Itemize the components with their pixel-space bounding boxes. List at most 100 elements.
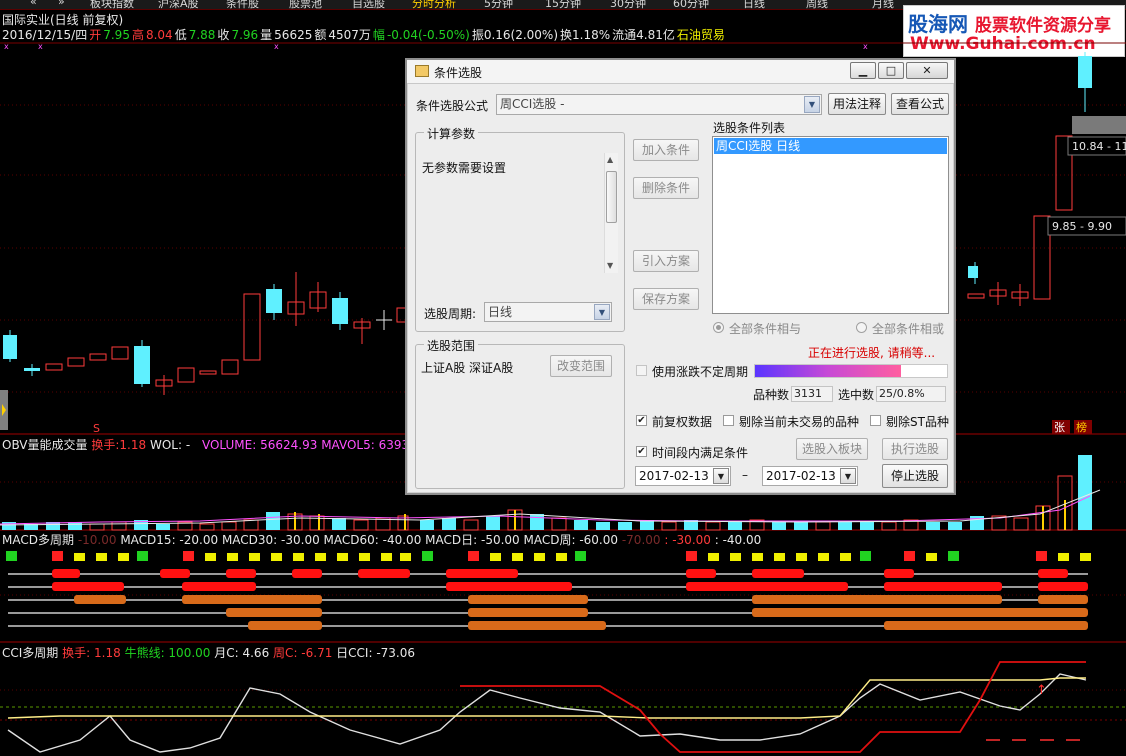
- usage-notes-button[interactable]: 用法注释: [828, 93, 886, 115]
- obv-header: OBV量能成交量 换手:1.18 WOL: - VOLUME: 56624.93…: [2, 436, 428, 453]
- obv-wol: WOL: -: [149, 438, 191, 452]
- date-from-picker[interactable]: 2017-02-13 ▼: [635, 466, 731, 486]
- date-to-arrow-icon[interactable]: ▼: [840, 468, 856, 484]
- exclude-untraded-checkbox[interactable]: [723, 415, 734, 426]
- mavol-line: [0, 495, 1091, 525]
- count-label: 品种数: [753, 388, 790, 402]
- range-text: 上证A股 深证A股: [421, 361, 514, 375]
- count-field: 3131: [791, 386, 833, 402]
- obv-name: OBV量能成交量: [2, 438, 88, 452]
- execute-button[interactable]: 执行选股: [882, 438, 948, 460]
- range-group: 选股范围 上证A股 深证A股 改变范围: [415, 337, 625, 489]
- cci-turnover: : 1.18: [86, 646, 121, 660]
- maximize-icon[interactable]: □: [878, 62, 904, 79]
- svg-text:x: x: [863, 42, 868, 51]
- cci-week-label: 周C: [273, 646, 294, 660]
- selected-field: 25/0.8%: [876, 386, 946, 402]
- macd-name: MACD多周期: [2, 533, 74, 547]
- cci-week: : -6.71: [293, 646, 333, 660]
- selected-label: 选中数: [838, 388, 875, 402]
- time-range-checkbox[interactable]: ✔: [636, 446, 647, 457]
- exclude-untraded-label: 剔除当前未交易的品种: [739, 415, 860, 429]
- stop-selection-button[interactable]: 停止选股: [882, 464, 948, 488]
- condition-list-label: 选股条件列表: [713, 121, 786, 135]
- date-from-arrow-icon[interactable]: ▼: [713, 468, 729, 484]
- svg-text:x: x: [274, 42, 279, 51]
- date-from-value: 2017-02-13: [639, 469, 709, 483]
- price-box-1-text: 10.84 - 11: [1072, 140, 1126, 153]
- period-label: 选股周期:: [424, 307, 477, 321]
- variable-period-checkbox[interactable]: [636, 365, 647, 376]
- save-scheme-button[interactable]: 保存方案: [633, 288, 699, 310]
- date-to-value: 2017-02-13: [766, 469, 836, 483]
- status-text: 正在进行选股, 请稍等...: [808, 346, 936, 360]
- selection-progress-fill: [755, 365, 901, 377]
- cci-turnover-label: 换手: [62, 646, 87, 660]
- price-box-2-text: 9.85 - 9.90: [1052, 220, 1112, 233]
- exclude-st-label: 剔除ST品种: [886, 415, 949, 429]
- variable-period-label: 使用涨跌不定周期: [652, 365, 749, 379]
- obv-turnover: :1.18: [115, 438, 147, 452]
- macd-x3: : -40.00: [714, 533, 762, 547]
- pre-adjust-checkbox[interactable]: ✔: [636, 415, 647, 426]
- import-scheme-button[interactable]: 引入方案: [633, 250, 699, 272]
- macd-week: MACD周: -60.00: [523, 533, 619, 547]
- date-separator: –: [742, 468, 748, 482]
- dialog-title: 条件选股: [434, 66, 483, 80]
- radio-and-label: 全部条件相与: [729, 322, 802, 336]
- scroll-up-icon[interactable]: ▲: [607, 155, 613, 164]
- cci-up-arrow-icon: ↑: [1036, 683, 1047, 698]
- obv-turnover-label: 换手: [91, 438, 116, 452]
- period-combo-arrow-icon[interactable]: ▼: [594, 304, 610, 320]
- obv-volume: VOLUME: 56624.93: [201, 438, 318, 452]
- formula-combo-arrow-icon[interactable]: ▼: [804, 96, 820, 113]
- scroll-thumb[interactable]: [606, 171, 617, 223]
- macd-x2: : -30.00: [664, 533, 711, 547]
- bang-badge-text: 榜: [1076, 420, 1087, 434]
- condition-list-item[interactable]: 周CCI选股 日线: [714, 138, 947, 154]
- macd-15: MACD15: -20.00: [120, 533, 219, 547]
- add-condition-button[interactable]: 加入条件: [633, 139, 699, 161]
- pre-adjust-label: 前复权数据: [652, 415, 713, 429]
- params-group: 计算参数 无参数需要设置 ▲ ▼ 选股周期: 日线 ▼: [415, 125, 625, 332]
- svg-text:x: x: [4, 42, 9, 51]
- change-range-button[interactable]: 改变范围: [550, 355, 612, 377]
- macd-v10: -10.00: [77, 533, 117, 547]
- range-group-title: 选股范围: [424, 337, 479, 354]
- close-icon[interactable]: ✕: [906, 62, 948, 79]
- zhang-badge-text: 张: [1054, 421, 1065, 434]
- cci-day: 日CCI: -73.06: [336, 646, 416, 660]
- macd-header: MACD多周期 -10.00 MACD15: -20.00 MACD30: -3…: [2, 531, 761, 548]
- to-block-button[interactable]: 选股入板块: [796, 438, 868, 460]
- macd-signal-squares: [6, 551, 1091, 561]
- period-combo-value: 日线: [488, 305, 513, 319]
- dialog-titlebar[interactable]: 条件选股 ▁ □ ✕: [407, 60, 954, 84]
- period-combo[interactable]: 日线 ▼: [484, 302, 612, 322]
- formula-label: 条件选股公式: [416, 99, 489, 113]
- selection-progress-bar: [754, 364, 948, 378]
- exclude-st-checkbox[interactable]: [870, 415, 881, 426]
- cci-week-line: [7, 677, 1086, 719]
- view-formula-button[interactable]: 查看公式: [891, 93, 949, 115]
- radio-or-label: 全部条件相或: [872, 322, 945, 336]
- cci-cow-line: 牛熊线: 100.00: [124, 646, 211, 660]
- radio-or[interactable]: [856, 322, 867, 333]
- minimize-icon[interactable]: ▁: [850, 62, 876, 79]
- params-scrollbar[interactable]: ▲ ▼: [604, 153, 618, 273]
- condition-select-dialog: 条件选股 ▁ □ ✕ 条件选股公式 周CCI选股 - ▼ 用法注释 查看公式 计…: [405, 58, 956, 495]
- cci-name: CCI多周期: [2, 646, 59, 660]
- scroll-down-icon[interactable]: ▼: [607, 261, 613, 270]
- macd-bars: [52, 569, 1088, 630]
- delete-condition-button[interactable]: 删除条件: [633, 177, 699, 199]
- formula-combo[interactable]: 周CCI选股 - ▼: [496, 94, 822, 115]
- cci-month: 月C: 4.66: [214, 646, 270, 660]
- condition-listbox[interactable]: 周CCI选股 日线: [712, 136, 949, 314]
- params-text: 无参数需要设置: [422, 161, 507, 175]
- dialog-app-icon: [415, 65, 429, 77]
- radio-and[interactable]: [713, 322, 724, 333]
- params-group-title: 计算参数: [424, 125, 479, 142]
- macd-x1: -70.00: [621, 533, 661, 547]
- macd-day: MACD日: -50.00: [425, 533, 520, 547]
- macd-30: MACD30: -30.00: [221, 533, 320, 547]
- date-to-picker[interactable]: 2017-02-13 ▼: [762, 466, 858, 486]
